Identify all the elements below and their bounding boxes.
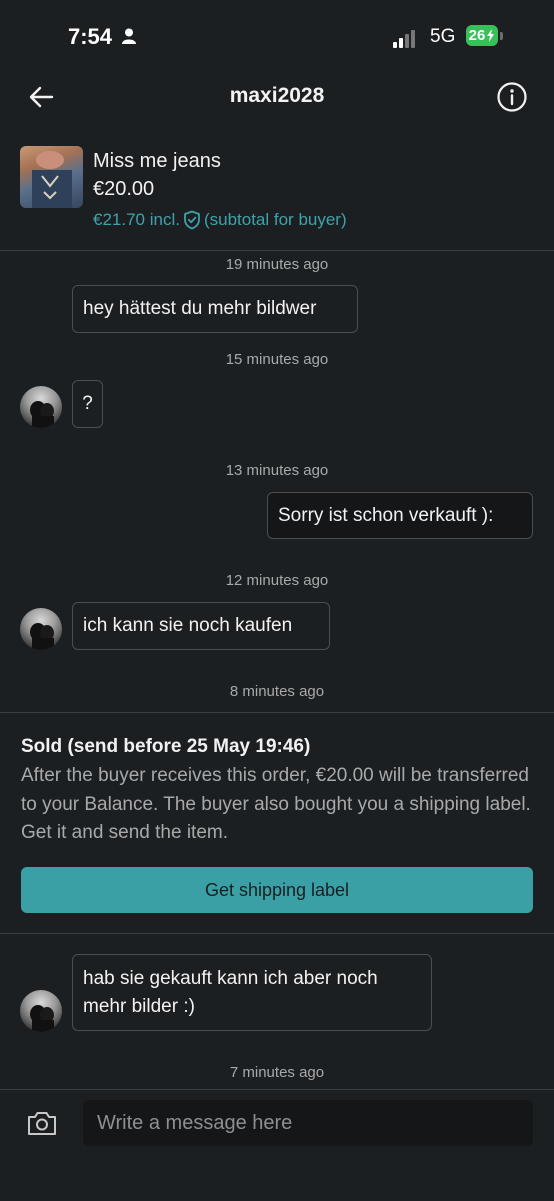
divider bbox=[0, 712, 554, 713]
get-shipping-label-button[interactable]: Get shipping label bbox=[21, 867, 533, 913]
person-icon bbox=[122, 28, 136, 44]
conversation-title: maxi2028 bbox=[229, 84, 325, 107]
outgoing-message[interactable]: Sorry ist schon verkauft ): bbox=[267, 492, 533, 539]
item-price: €20.00 bbox=[93, 178, 155, 200]
timestamp: 7 minutes ago bbox=[229, 1064, 325, 1081]
battery-icon: 26 bbox=[466, 25, 498, 46]
battery-level: 26 bbox=[468, 27, 486, 44]
status-time: 7:54 bbox=[68, 24, 113, 49]
timestamp: 13 minutes ago bbox=[225, 462, 329, 479]
avatar[interactable] bbox=[20, 990, 62, 1032]
message-input[interactable] bbox=[83, 1100, 533, 1146]
timestamp: 8 minutes ago bbox=[229, 683, 325, 700]
network-label: 5G bbox=[430, 26, 456, 47]
item-name[interactable]: Miss me jeans bbox=[93, 150, 221, 173]
signal-icon bbox=[393, 30, 415, 48]
item-thumbnail[interactable] bbox=[20, 146, 83, 208]
camera-icon[interactable] bbox=[26, 1109, 58, 1137]
sold-description: After the buyer receives this order, €20… bbox=[21, 765, 531, 843]
buyer-subtotal-price: €21.70 incl. bbox=[93, 210, 180, 229]
sold-title: Sold (send before 25 May 19:46) bbox=[21, 736, 311, 757]
divider bbox=[0, 250, 554, 251]
timestamp: 15 minutes ago bbox=[225, 351, 329, 368]
timestamp: 12 minutes ago bbox=[225, 572, 329, 589]
shield-check-icon bbox=[184, 210, 200, 230]
avatar[interactable] bbox=[20, 608, 62, 650]
avatar[interactable] bbox=[20, 386, 62, 428]
incoming-message[interactable]: hab sie gekauft kann ich aber noch mehr … bbox=[72, 954, 432, 1031]
incoming-message[interactable]: ? bbox=[72, 380, 103, 428]
incoming-message[interactable]: ich kann sie noch kaufen bbox=[72, 602, 330, 650]
buyer-subtotal[interactable]: €21.70 incl. (subtotal for buyer) bbox=[93, 210, 347, 230]
battery-tip bbox=[500, 32, 503, 40]
timestamp: 19 minutes ago bbox=[225, 256, 329, 273]
divider bbox=[0, 933, 554, 934]
incoming-message[interactable]: hey hättest du mehr bildwer bbox=[72, 285, 358, 333]
info-icon[interactable] bbox=[496, 81, 528, 113]
buyer-subtotal-note: (subtotal for buyer) bbox=[203, 210, 347, 229]
